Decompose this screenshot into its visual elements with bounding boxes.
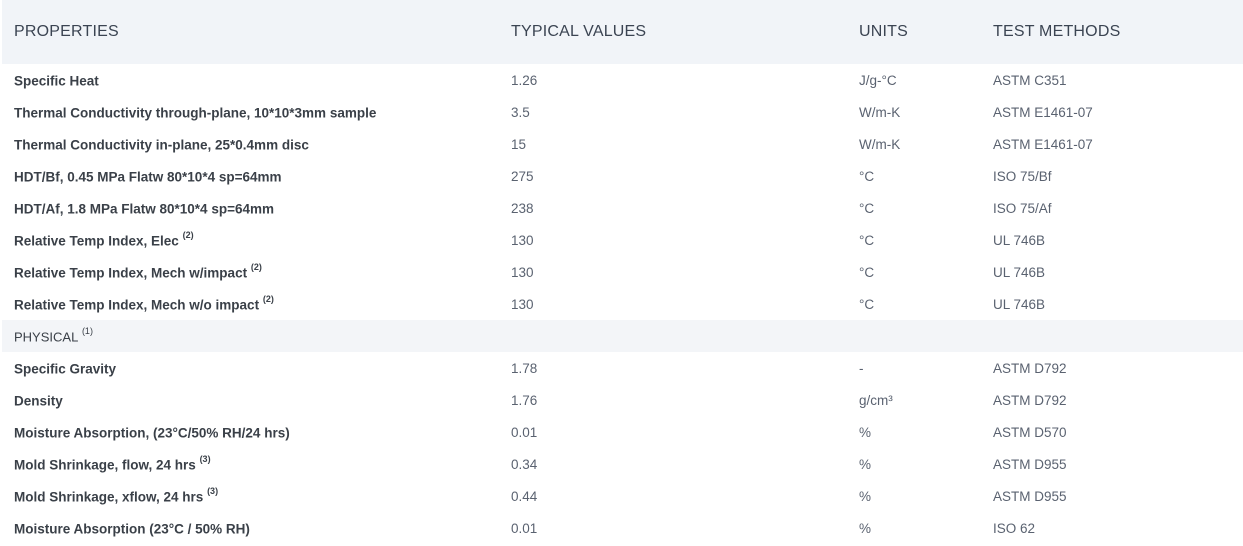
property-name: Moisture Absorption, (23°C/50% RH/24 hrs… [14,425,290,441]
property-name: Thermal Conductivity through-plane, 10*1… [14,105,377,121]
section-row-physical: PHYSICAL (1) [2,320,1243,352]
property-value: 275 [511,168,534,184]
property-unit: % [859,456,872,472]
property-name: Specific Gravity [14,361,117,377]
property-value: 1.26 [511,72,538,88]
property-unit: °C [859,264,875,280]
test-method: ASTM E1461-07 [993,136,1093,152]
property-value: 238 [511,200,534,216]
property-unit: g/cm³ [859,392,893,408]
table-row: Specific Heat 1.26 J/g-°C ASTM C351 [2,64,1243,96]
table-header: PROPERTIES TYPICAL VALUES UNITS TEST MET… [2,0,1243,64]
test-method: ASTM D955 [993,456,1067,472]
table-row: Density 1.76 g/cm³ ASTM D792 [2,384,1243,416]
property-name: Density [14,393,63,409]
property-name: Relative Temp Index, Mech w/o impact (2) [14,293,274,313]
property-value: 0.34 [511,456,538,472]
property-unit: % [859,488,872,504]
property-name: Relative Temp Index, Elec (2) [14,229,194,249]
test-method: ASTM D792 [993,392,1067,408]
table-row: Relative Temp Index, Mech w/o impact (2)… [2,288,1243,320]
test-method: ASTM D955 [993,488,1067,504]
property-unit: % [859,424,872,440]
header-typical-values: TYPICAL VALUES [511,23,647,40]
header-properties: PROPERTIES [14,23,119,40]
property-name: Specific Heat [14,73,99,89]
property-name: Mold Shrinkage, flow, 24 hrs (3) [14,453,211,473]
table-row: Relative Temp Index, Elec (2) 130 °C UL … [2,224,1243,256]
property-value: 130 [511,296,534,312]
property-unit: °C [859,296,875,312]
properties-table: PROPERTIES TYPICAL VALUES UNITS TEST MET… [2,0,1243,544]
table-row: Moisture Absorption, (23°C/50% RH/24 hrs… [2,416,1243,448]
property-value: 3.5 [511,104,530,120]
property-unit: - [859,360,864,376]
header-test-methods: TEST METHODS [993,23,1121,40]
section-label: PHYSICAL (1) [14,325,93,345]
header-units: UNITS [859,23,908,40]
property-name: Relative Temp Index, Mech w/impact (2) [14,261,262,281]
property-unit: °C [859,168,875,184]
property-name: HDT/Af, 1.8 MPa Flatw 80*10*4 sp=64mm [14,201,274,217]
table-row: Thermal Conductivity through-plane, 10*1… [2,96,1243,128]
property-unit: % [859,520,872,536]
property-value: 0.44 [511,488,538,504]
property-value: 130 [511,264,534,280]
property-name: Mold Shrinkage, xflow, 24 hrs (3) [14,485,219,505]
property-value: 0.01 [511,424,538,440]
test-method: UL 746B [993,296,1046,312]
table-row: Moisture Absorption (23°C / 50% RH) 0.01… [2,512,1243,544]
table-row: Mold Shrinkage, flow, 24 hrs (3) 0.34 % … [2,448,1243,480]
property-value: 1.76 [511,392,538,408]
table-row: Specific Gravity 1.78 - ASTM D792 [2,352,1243,384]
property-unit: W/m-K [859,104,901,120]
test-method: UL 746B [993,264,1046,280]
property-unit: °C [859,232,875,248]
test-method: ASTM D570 [993,424,1067,440]
property-unit: W/m-K [859,136,901,152]
table-row: Relative Temp Index, Mech w/impact (2) 1… [2,256,1243,288]
property-name: Thermal Conductivity in-plane, 25*0.4mm … [14,137,309,153]
property-unit: °C [859,200,875,216]
property-value: 15 [511,136,527,152]
table-row: HDT/Bf, 0.45 MPa Flatw 80*10*4 sp=64mm 2… [2,160,1243,192]
property-value: 130 [511,232,534,248]
test-method: ISO 62 [993,520,1036,536]
test-method: UL 746B [993,232,1046,248]
property-unit: J/g-°C [859,72,897,88]
test-method: ASTM C351 [993,72,1067,88]
property-name: HDT/Bf, 0.45 MPa Flatw 80*10*4 sp=64mm [14,169,282,185]
table-row: Mold Shrinkage, xflow, 24 hrs (3) 0.44 %… [2,480,1243,512]
table-row: HDT/Af, 1.8 MPa Flatw 80*10*4 sp=64mm 23… [2,192,1243,224]
test-method: ASTM D792 [993,360,1067,376]
test-method: ISO 75/Af [993,200,1052,216]
property-value: 0.01 [511,520,538,536]
property-value: 1.78 [511,360,538,376]
test-method: ISO 75/Bf [993,168,1052,184]
test-method: ASTM E1461-07 [993,104,1093,120]
property-name: Moisture Absorption (23°C / 50% RH) [14,521,250,537]
table-row: Thermal Conductivity in-plane, 25*0.4mm … [2,128,1243,160]
